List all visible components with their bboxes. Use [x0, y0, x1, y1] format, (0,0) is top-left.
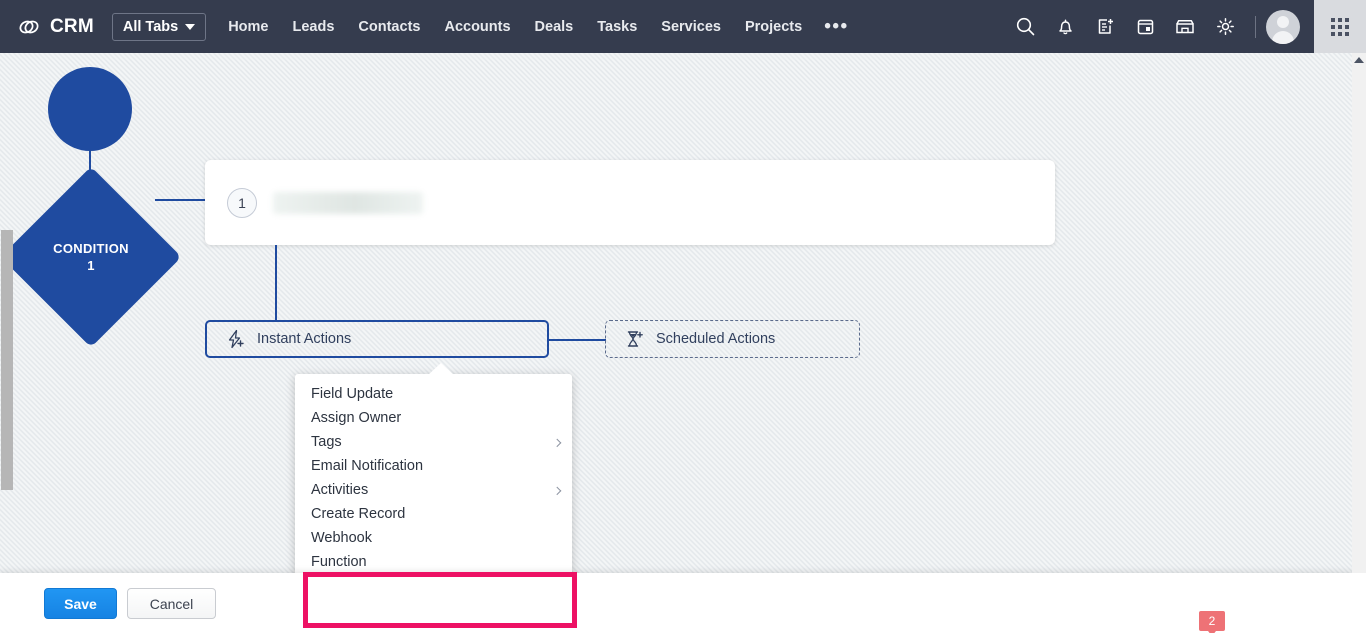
criteria-redacted-text	[273, 192, 423, 214]
criteria-number-badge: 1	[227, 188, 257, 218]
menu-item-webhook[interactable]: Webhook	[295, 526, 572, 550]
nav-right-tools	[1005, 0, 1366, 53]
chevron-right-icon	[553, 487, 561, 495]
nav-item-deals[interactable]: Deals	[535, 19, 574, 35]
menu-item-assign-owner[interactable]: Assign Owner	[295, 406, 572, 430]
nav-item-projects[interactable]: Projects	[745, 19, 802, 35]
connector-criteria-to-actions	[275, 245, 277, 320]
condition-label-line2: 1	[87, 257, 95, 274]
calendar-icon[interactable]	[1128, 10, 1162, 44]
user-avatar[interactable]	[1266, 10, 1300, 44]
menu-item-create-record[interactable]: Create Record	[295, 502, 572, 526]
scrollbar-thumb[interactable]	[1, 230, 13, 490]
zoho-crm-logo-icon	[16, 14, 42, 40]
scheduled-actions-button[interactable]: Scheduled Actions	[605, 320, 860, 358]
search-icon[interactable]	[1008, 10, 1042, 44]
primary-nav-links: Home Leads Contacts Accounts Deals Tasks…	[228, 19, 802, 35]
cancel-button[interactable]: Cancel	[127, 588, 216, 619]
instant-actions-button[interactable]: Instant Actions	[205, 320, 549, 358]
add-note-icon[interactable]	[1088, 10, 1122, 44]
menu-item-label: Assign Owner	[311, 410, 401, 426]
menu-item-field-update[interactable]: Field Update	[295, 382, 572, 406]
save-button[interactable]: Save	[44, 588, 117, 619]
chevron-down-icon	[185, 24, 195, 30]
chevron-right-icon	[553, 439, 561, 447]
vertical-scrollbar[interactable]	[1352, 53, 1366, 573]
menu-item-label: Function	[311, 554, 367, 570]
scheduled-actions-label: Scheduled Actions	[656, 331, 775, 347]
brand-logo[interactable]: CRM	[16, 14, 94, 40]
menu-item-label: Create Record	[311, 506, 405, 522]
marketplace-icon[interactable]	[1168, 10, 1202, 44]
instant-actions-label: Instant Actions	[257, 331, 351, 347]
hourglass-plus-icon	[624, 329, 644, 349]
criteria-card[interactable]: 1	[205, 160, 1055, 245]
menu-item-function[interactable]: Function	[295, 550, 572, 573]
nav-item-tasks[interactable]: Tasks	[597, 19, 637, 35]
condition-node-label: CONDITION 1	[27, 193, 155, 321]
menu-item-label: Webhook	[311, 530, 372, 546]
status-count-badge: 2	[1199, 611, 1225, 631]
grid-dots	[1331, 18, 1349, 36]
footer-action-bar: Save Cancel	[0, 573, 1366, 633]
menu-item-label: Field Update	[311, 386, 393, 402]
connector-condition-to-criteria	[155, 199, 207, 201]
nav-item-home[interactable]: Home	[228, 19, 268, 35]
condition-label-line1: CONDITION	[53, 240, 129, 257]
scroll-up-arrow-icon[interactable]	[1354, 57, 1364, 63]
brand-name: CRM	[50, 16, 94, 38]
workflow-start-node[interactable]	[48, 67, 132, 151]
notification-bell-icon[interactable]	[1048, 10, 1082, 44]
workflow-canvas: CONDITION 1 1 Instant Actions Scheduled …	[0, 53, 1352, 573]
connector-instant-to-scheduled	[549, 339, 606, 341]
nav-item-leads[interactable]: Leads	[293, 19, 335, 35]
nav-divider	[1255, 16, 1256, 38]
all-tabs-dropdown[interactable]: All Tabs	[112, 13, 206, 41]
instant-actions-dropdown-menu: Field Update Assign Owner Tags Email Not…	[295, 374, 572, 573]
lightning-bolt-plus-icon	[225, 329, 245, 349]
menu-item-tags[interactable]: Tags	[295, 430, 572, 454]
crm-workflow-page: CRM All Tabs Home Leads Contacts Account…	[0, 0, 1366, 633]
nav-item-contacts[interactable]: Contacts	[358, 19, 420, 35]
all-tabs-label: All Tabs	[123, 19, 178, 35]
nav-item-services[interactable]: Services	[661, 19, 721, 35]
menu-item-email-notification[interactable]: Email Notification	[295, 454, 572, 478]
menu-item-activities[interactable]: Activities	[295, 478, 572, 502]
more-tabs-icon[interactable]: •••	[824, 22, 848, 32]
menu-item-label: Email Notification	[311, 458, 423, 474]
app-switcher-grid-icon[interactable]	[1314, 0, 1366, 53]
nav-item-accounts[interactable]: Accounts	[444, 19, 510, 35]
menu-item-label: Activities	[311, 482, 368, 498]
menu-item-label: Tags	[311, 434, 342, 450]
dropdown-caret-icon	[428, 363, 454, 375]
top-navigation-bar: CRM All Tabs Home Leads Contacts Account…	[0, 0, 1366, 53]
settings-gear-icon[interactable]	[1208, 10, 1242, 44]
